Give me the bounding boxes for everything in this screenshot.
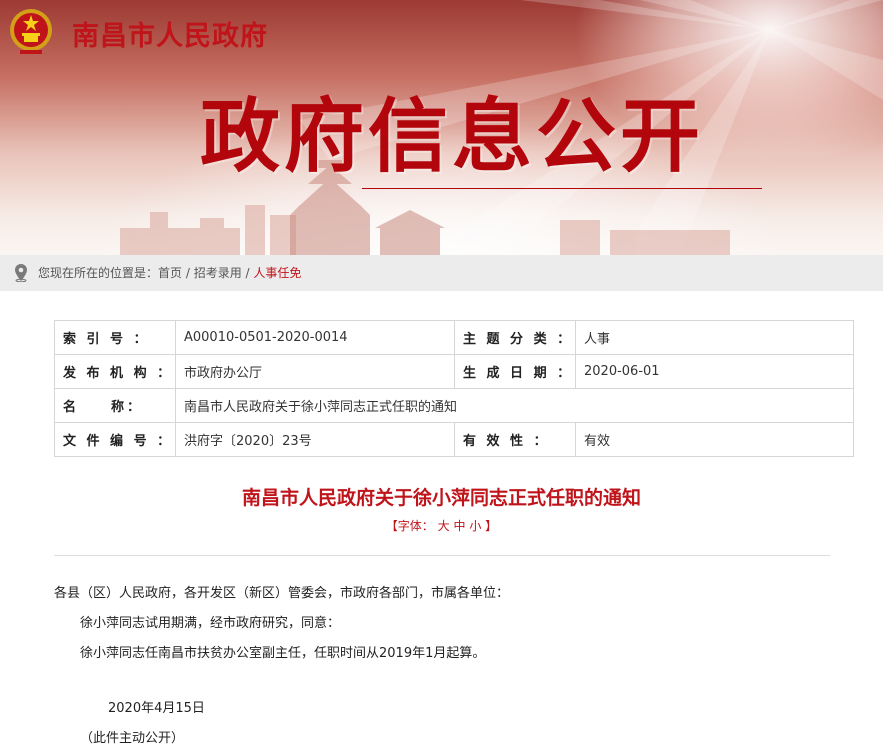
breadcrumb-item-appointments[interactable]: 人事任免	[253, 266, 301, 280]
title-underline	[362, 188, 762, 189]
article-title: 南昌市人民政府关于徐小萍同志正式任职的通知	[241, 487, 641, 509]
font-size-suffix: 】	[485, 519, 498, 533]
breadcrumb-prefix: 您现在所在的位置是：	[38, 266, 159, 280]
font-large-button[interactable]: 大	[438, 519, 450, 533]
site-title[interactable]: 南昌市人民政府	[72, 14, 268, 53]
document-meta-table: 索 引 号 ： A00010-0501-2020-0014 主 题 分 类 ： …	[54, 320, 854, 457]
font-size-prefix: 【字体：	[385, 519, 434, 533]
name-value: 南昌市人民政府关于徐小萍同志正式任职的通知	[175, 388, 854, 423]
article-disclosure-note: （此件主动公开）	[80, 731, 185, 746]
article-salutation: 各县（区）人民政府，各开发区（新区）管委会，市政府各部门，市属各单位：	[54, 586, 510, 601]
font-size-switcher: 【字体： 大 中 小 】	[0, 517, 883, 534]
validity-label: 有 效 性 ：	[454, 422, 576, 457]
national-emblem-icon	[10, 9, 52, 54]
breadcrumb-item-recruitment[interactable]: 招考录用	[194, 266, 242, 280]
font-small-button[interactable]: 小	[469, 519, 481, 533]
font-medium-button[interactable]: 中	[453, 519, 465, 533]
breadcrumb-separator: /	[182, 266, 194, 280]
validity-value: 有效	[575, 422, 854, 457]
article-divider	[54, 555, 830, 556]
banner-title: 政府信息公开	[200, 90, 704, 183]
article-date: 2020年4月15日	[108, 701, 205, 716]
index-label: 索 引 号 ：	[54, 320, 176, 355]
table-row: 发 布 机 构 ： 市政府办公厅 生 成 日 期 ： 2020-06-01	[54, 354, 854, 389]
article-paragraph: 徐小萍同志任南昌市扶贫办公室副主任，任职时间从2019年1月起算。	[80, 646, 486, 661]
date-label: 生 成 日 期 ：	[454, 354, 576, 389]
breadcrumb-trail: 您现在所在的位置是：首页 / 招考录用 / 人事任免	[38, 255, 301, 291]
table-row: 文 件 编 号 ： 洪府字〔2020〕23号 有 效 性 ： 有效	[54, 422, 854, 457]
docno-value: 洪府字〔2020〕23号	[175, 422, 455, 457]
breadcrumb-separator: /	[241, 266, 254, 280]
name-label: 名 称：	[54, 388, 176, 423]
table-row: 名 称： 南昌市人民政府关于徐小萍同志正式任职的通知	[54, 388, 854, 423]
location-pin-icon	[15, 264, 27, 282]
index-value: A00010-0501-2020-0014	[175, 320, 455, 355]
category-value: 人事	[575, 320, 854, 355]
docno-label: 文 件 编 号 ：	[54, 422, 176, 457]
breadcrumb: 您现在所在的位置是：首页 / 招考录用 / 人事任免	[0, 255, 883, 291]
breadcrumb-item-home[interactable]: 首页	[158, 266, 182, 280]
header-banner: 南昌市人民政府 政府信息公开	[0, 0, 883, 255]
publisher-value: 市政府办公厅	[175, 354, 455, 389]
table-row: 索 引 号 ： A00010-0501-2020-0014 主 题 分 类 ： …	[54, 320, 854, 355]
date-value: 2020-06-01	[575, 354, 854, 389]
category-label: 主 题 分 类 ：	[454, 320, 576, 355]
publisher-label: 发 布 机 构 ：	[54, 354, 176, 389]
article-paragraph: 徐小萍同志试用期满，经市政府研究，同意：	[80, 616, 341, 631]
